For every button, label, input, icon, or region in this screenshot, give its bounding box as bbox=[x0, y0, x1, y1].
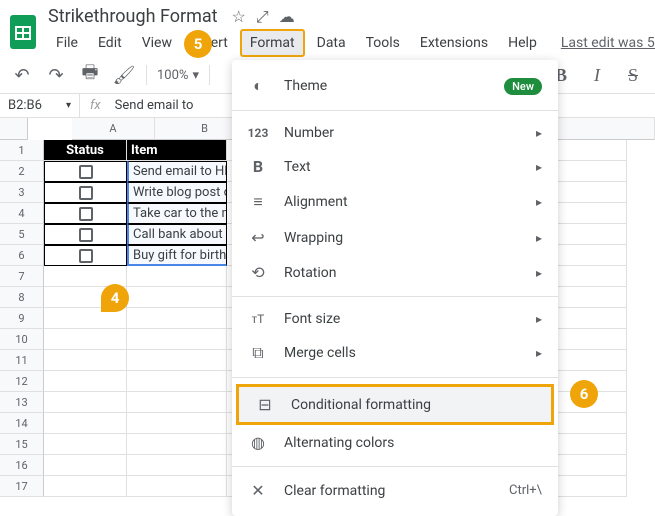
item-cell[interactable]: Send email to HP bbox=[127, 161, 227, 182]
menu-rotation[interactable]: ⟲Rotation▸ bbox=[232, 255, 558, 290]
align-icon: ≡ bbox=[248, 192, 268, 212]
menu-view[interactable]: View bbox=[134, 31, 180, 55]
row-header[interactable]: 10 bbox=[0, 329, 44, 350]
checkbox-cell[interactable] bbox=[44, 203, 127, 224]
row-header[interactable]: 12 bbox=[0, 371, 44, 392]
row-header[interactable]: 8 bbox=[0, 287, 44, 308]
menu-conditional-formatting[interactable]: ⊟Conditional formatting bbox=[239, 387, 551, 422]
item-cell[interactable]: Write blog post o bbox=[127, 182, 227, 203]
checkbox-icon bbox=[79, 165, 93, 179]
title-bar: Strikethrough Format ☆ ⤢ ☁ File Edit Vie… bbox=[10, 6, 645, 57]
menu-fontsize[interactable]: ᴛTFont size▸ bbox=[232, 303, 558, 335]
menu-data[interactable]: Data bbox=[309, 31, 354, 55]
bold-icon: B bbox=[248, 157, 268, 176]
menu-alignment[interactable]: ≡Alignment▸ bbox=[232, 184, 558, 220]
row-header[interactable]: 6 bbox=[0, 245, 44, 266]
row-header[interactable]: 7 bbox=[0, 266, 44, 287]
sheets-logo[interactable] bbox=[10, 11, 36, 53]
checkbox-icon bbox=[79, 228, 93, 242]
item-cell[interactable]: Take car to the m bbox=[127, 203, 227, 224]
checkbox-cell[interactable] bbox=[44, 245, 127, 266]
row-header[interactable]: 16 bbox=[0, 455, 44, 476]
number-icon: 123 bbox=[248, 126, 268, 140]
row-header[interactable]: 3 bbox=[0, 182, 44, 203]
name-box[interactable]: B2:B6▾ bbox=[0, 94, 80, 117]
chevron-right-icon: ▸ bbox=[536, 126, 542, 140]
rotation-icon: ⟲ bbox=[248, 263, 268, 282]
star-icon[interactable]: ☆ bbox=[232, 7, 246, 26]
item-cell[interactable]: Call bank about r bbox=[127, 224, 227, 245]
menu-file[interactable]: File bbox=[48, 31, 86, 55]
checkbox-cell[interactable] bbox=[44, 182, 127, 203]
chevron-right-icon: ▸ bbox=[536, 195, 542, 209]
format-menu-dropdown: ◐ThemeNew 123Number▸ BText▸ ≡Alignment▸ … bbox=[232, 60, 558, 516]
row-header[interactable]: 2 bbox=[0, 161, 44, 182]
menu-number[interactable]: 123Number▸ bbox=[232, 117, 558, 149]
strikethrough-button[interactable]: S bbox=[621, 63, 645, 87]
checkbox-icon bbox=[79, 207, 93, 221]
row-header[interactable]: 13 bbox=[0, 392, 44, 413]
paint-format-icon[interactable]: 🖌 bbox=[112, 63, 136, 87]
menu-edit[interactable]: Edit bbox=[90, 31, 130, 55]
merge-icon: ⧉ bbox=[248, 343, 268, 363]
move-icon[interactable]: ⤢ bbox=[256, 7, 269, 27]
zoom-select[interactable]: 100% ▾ bbox=[157, 68, 199, 83]
row-header[interactable]: 5 bbox=[0, 224, 44, 245]
document-title[interactable]: Strikethrough Format bbox=[48, 6, 218, 27]
wrap-icon: ↩ bbox=[248, 228, 268, 247]
row-header[interactable]: 9 bbox=[0, 308, 44, 329]
alternating-icon: ◍ bbox=[248, 433, 268, 452]
row-header[interactable]: 1 bbox=[0, 140, 44, 161]
checkbox-icon bbox=[79, 186, 93, 200]
checkbox-cell[interactable] bbox=[44, 224, 127, 245]
col-header-f[interactable] bbox=[555, 118, 655, 140]
item-cell[interactable]: Buy gift for birthd bbox=[127, 245, 227, 266]
row-header[interactable]: 17 bbox=[0, 476, 44, 497]
row-header[interactable]: 11 bbox=[0, 350, 44, 371]
checkbox-cell[interactable] bbox=[44, 161, 127, 182]
undo-icon[interactable]: ↶ bbox=[10, 63, 34, 87]
menu-alternating-colors[interactable]: ◍Alternating colors bbox=[232, 425, 558, 460]
row-header[interactable]: 15 bbox=[0, 434, 44, 455]
row-header[interactable]: 4 bbox=[0, 203, 44, 224]
formula-value[interactable]: Send email to bbox=[111, 94, 198, 117]
menu-wrapping[interactable]: ↩Wrapping▸ bbox=[232, 220, 558, 255]
menu-clear-formatting[interactable]: ✕Clear formattingCtrl+\ bbox=[232, 473, 558, 508]
chevron-down-icon: ▾ bbox=[192, 68, 199, 83]
checkbox-icon bbox=[79, 249, 93, 263]
annotation-6: 6 bbox=[570, 380, 598, 408]
cell-header-status[interactable]: Status bbox=[44, 140, 127, 161]
italic-button[interactable]: I bbox=[585, 63, 609, 87]
print-icon[interactable]: 🖶 bbox=[78, 63, 102, 87]
chevron-right-icon: ▸ bbox=[536, 312, 542, 326]
shortcut-label: Ctrl+\ bbox=[509, 483, 542, 498]
last-edit-link[interactable]: Last edit was 5 minu bbox=[561, 35, 655, 51]
fontsize-icon: ᴛT bbox=[248, 312, 268, 326]
menu-tools[interactable]: Tools bbox=[358, 31, 408, 55]
menubar: File Edit View Insert Format Data Tools … bbox=[48, 29, 655, 57]
menu-merge[interactable]: ⧉Merge cells▸ bbox=[232, 335, 558, 371]
chevron-right-icon: ▸ bbox=[536, 346, 542, 360]
menu-extensions[interactable]: Extensions bbox=[412, 31, 496, 55]
row-header[interactable]: 14 bbox=[0, 413, 44, 434]
cloud-icon[interactable]: ☁ bbox=[279, 7, 295, 26]
cell-header-item[interactable]: Item bbox=[127, 140, 227, 161]
chevron-down-icon: ▾ bbox=[66, 100, 71, 111]
col-header-a[interactable]: A bbox=[72, 118, 155, 140]
chevron-right-icon: ▸ bbox=[536, 160, 542, 174]
menu-theme[interactable]: ◐ThemeNew bbox=[232, 68, 558, 104]
annotation-4: 4 bbox=[101, 284, 129, 312]
conditional-icon: ⊟ bbox=[255, 395, 275, 414]
fx-label: fx bbox=[80, 94, 111, 117]
annotation-5: 5 bbox=[184, 30, 212, 58]
chevron-right-icon: ▸ bbox=[536, 231, 542, 245]
menu-help[interactable]: Help bbox=[500, 31, 545, 55]
redo-icon[interactable]: ↷ bbox=[44, 63, 68, 87]
new-badge: New bbox=[504, 78, 542, 95]
chevron-right-icon: ▸ bbox=[536, 266, 542, 280]
theme-icon: ◐ bbox=[248, 76, 268, 96]
menu-format[interactable]: Format bbox=[240, 29, 305, 57]
menu-text[interactable]: BText▸ bbox=[232, 149, 558, 184]
clear-icon: ✕ bbox=[248, 481, 268, 500]
